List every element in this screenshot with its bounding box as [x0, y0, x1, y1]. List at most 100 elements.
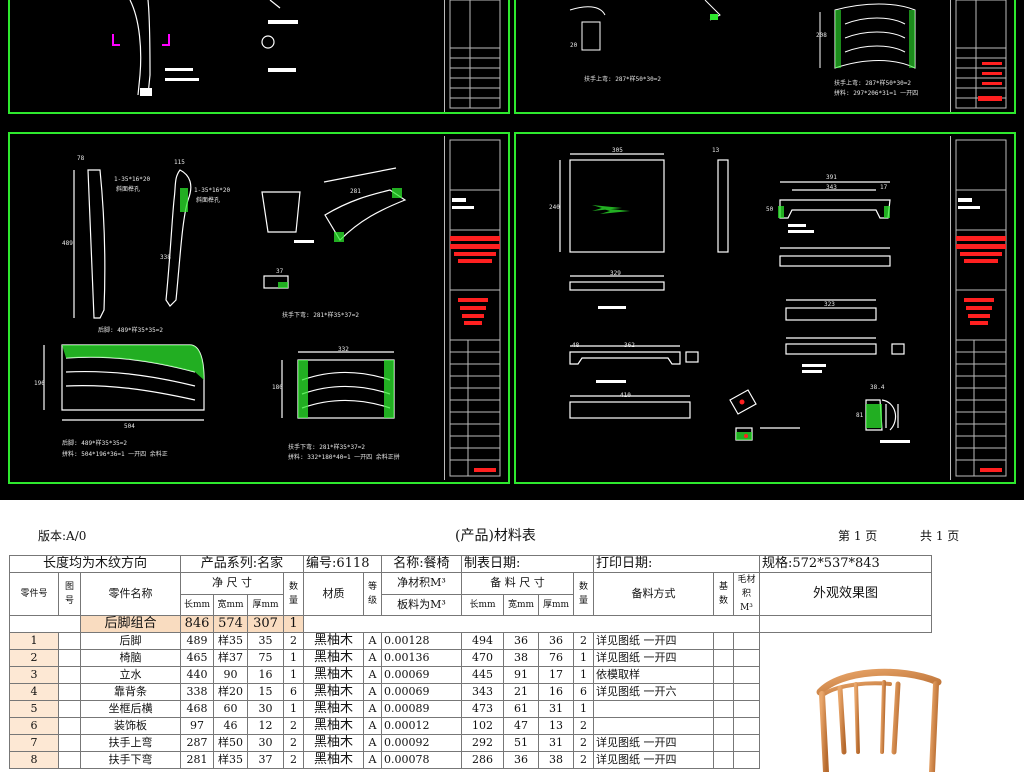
cell-len-2: 102: [461, 717, 504, 735]
dim-323: 323: [824, 301, 835, 308]
table-row: 8 扶手下弯 281 样35 37 2 黑柚木 A 0.00078 286 36 38 2 详见图纸 一开…: [9, 751, 932, 769]
cad-drawing-area: 后脚: 489*样35*35=2 后脚: 489*样35*35=2 拼料: 50…: [0, 0, 1024, 500]
dim-504: 504: [124, 423, 135, 430]
cell-len-2: 445: [461, 666, 504, 684]
cell-len-2: 494: [461, 632, 504, 650]
cad-linework: [43, 0, 1007, 477]
cell-qty: 6: [283, 683, 304, 701]
cell-thk-2: 31: [538, 734, 574, 752]
cell-part-no: 1: [9, 632, 59, 650]
cell-len: 489: [180, 632, 214, 650]
col-net-size: 净 尺 寸: [180, 572, 284, 595]
cell-part-name: 坐框后横: [80, 700, 181, 718]
dim-48: 48: [572, 342, 580, 349]
cell-wid-2: 91: [503, 666, 539, 684]
dim-196: 196: [34, 380, 45, 387]
cell-material: 黑柚木: [303, 632, 364, 650]
cell-grade: A: [363, 751, 382, 769]
dim-20: 20: [570, 42, 578, 49]
table-head-row-1: 长度均为木纹方向 产品系列:名家 编号:6118 名称:餐椅 制表日期: 打印日…: [9, 555, 932, 573]
cell-base-qty: [713, 649, 734, 667]
dim-81: 81: [856, 412, 864, 419]
cell-thk-2: 36: [538, 632, 574, 650]
cell-len: 465: [180, 649, 214, 667]
cell-qty-2: 1: [573, 700, 594, 718]
label-mortise-1: 1-35*16*20: [114, 176, 151, 183]
label-back-leg: 后脚: 489*样35*35=2: [98, 327, 163, 334]
cell-qty-2: 2: [573, 734, 594, 752]
cell-base-qty: [713, 751, 734, 769]
dim-17: 17: [880, 184, 888, 191]
cell-material: 黑柚木: [303, 649, 364, 667]
cell-part-no: 4: [9, 683, 59, 701]
cell-rough-vol: [733, 734, 760, 752]
cell-part-name: 靠背条: [80, 683, 181, 701]
cell-grade: A: [363, 717, 382, 735]
grain-note: 长度均为木纹方向: [9, 555, 181, 573]
group-name: 后脚组合: [80, 615, 181, 633]
cell-base-qty: [713, 700, 734, 718]
col-net-vol: 净材积M³: [381, 572, 462, 595]
cell-qty-2: 1: [573, 666, 594, 684]
cell-thk-2: 76: [538, 649, 574, 667]
col-prep-size: 备 料 尺 寸: [461, 572, 574, 595]
cell-qty-2: 1: [573, 649, 594, 667]
dim-38-4: 38.4: [870, 384, 885, 391]
cell-thk-2: 16: [538, 683, 574, 701]
dim-13: 13: [712, 147, 720, 154]
material-table: 长度均为木纹方向 产品系列:名家 编号:6118 名称:餐椅 制表日期: 打印日…: [9, 555, 932, 769]
cell-wid-2: 61: [503, 700, 539, 718]
cell-len: 97: [180, 717, 214, 735]
cell-prep-method: 详见图纸 一开六: [593, 683, 714, 701]
cell-qty: 2: [283, 734, 304, 752]
cell-len-2: 473: [461, 700, 504, 718]
dim-78: 78: [77, 155, 85, 162]
cell-thk: 75: [247, 649, 284, 667]
cell-wid-2: 36: [503, 751, 539, 769]
cell-net-vol: 0.00078: [381, 751, 462, 769]
dim-338: 338: [160, 254, 171, 261]
table-head-row-2: 零件号 图号 零件名称 净 尺 寸 数量 材质 等级 净材积M³ 备 料 尺 寸…: [9, 572, 932, 616]
cell-qty-2: 2: [573, 632, 594, 650]
cell-material: 黑柚木: [303, 734, 364, 752]
dim-410: 410: [620, 392, 631, 399]
cell-thk-2: 13: [538, 717, 574, 735]
cell-part-no: 7: [9, 734, 59, 752]
cell-rough-vol: [733, 683, 760, 701]
label-armrest-lower: 扶手下弯: 281*样35*37=2: [282, 312, 359, 319]
cell-material: 黑柚木: [303, 717, 364, 735]
cell-wid: 样35: [213, 632, 248, 650]
cell-len-2: 292: [461, 734, 504, 752]
cell-fig-no: [58, 717, 81, 735]
made-date: 制表日期:: [461, 555, 594, 573]
cell-fig-no: [58, 683, 81, 701]
cell-len: 338: [180, 683, 214, 701]
cell-wid: 样20: [213, 683, 248, 701]
table-row: 3 立水 440 90 16 1 黑柚木 A 0.00069 445 91 17 1 依模取样: [9, 666, 932, 684]
col-rough-vol: 毛材积M³: [733, 572, 760, 616]
col-material: 材质: [303, 572, 364, 616]
col-thk: 厚mm: [247, 593, 284, 616]
cell-prep-method: 详见图纸 一开四: [593, 632, 714, 650]
cell-wid-2: 51: [503, 734, 539, 752]
col-board-vol: 板料为M³: [381, 593, 462, 616]
cell-material: 黑柚木: [303, 666, 364, 684]
cell-prep-method: 详见图纸 一开四: [593, 734, 714, 752]
cell-qty-2: 2: [573, 717, 594, 735]
product-number: 编号:6118: [303, 555, 382, 573]
cell-qty: 2: [283, 751, 304, 769]
cell-fig-no: [58, 700, 81, 718]
col-base-qty: 基数: [713, 572, 734, 616]
col-fig-no: 图号: [58, 572, 81, 616]
col-qty: 数量: [283, 572, 304, 616]
cell-prep-method: 依模取样: [593, 666, 714, 684]
cell-part-name: 扶手上弯: [80, 734, 181, 752]
sheet-title: (产品)材料表: [455, 528, 536, 544]
col-qty-2: 数量: [573, 572, 594, 616]
label-mortise-2b: 斜面榫孔: [196, 197, 221, 204]
cell-wid: 样35: [213, 751, 248, 769]
cell-wid: 90: [213, 666, 248, 684]
cell-qty: 2: [283, 632, 304, 650]
cell-base-qty: [713, 683, 734, 701]
cell-len-2: 286: [461, 751, 504, 769]
